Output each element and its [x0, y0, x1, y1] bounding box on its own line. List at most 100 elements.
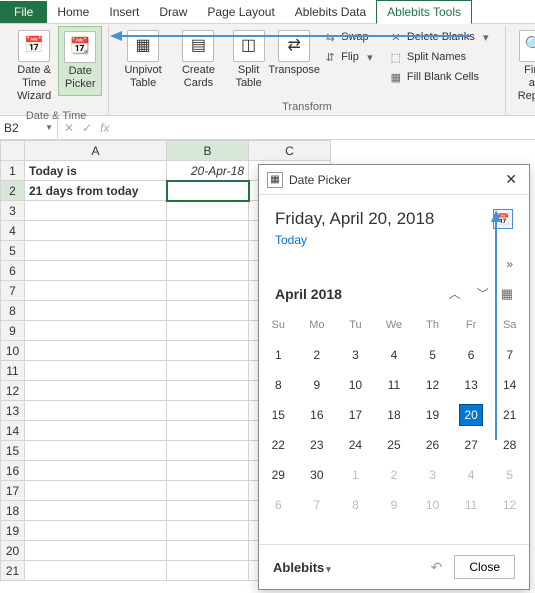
cell[interactable] — [25, 461, 167, 481]
create-cards-button[interactable]: ▤ Create Cards — [171, 26, 226, 94]
fx-icon[interactable]: fx — [100, 121, 109, 135]
calendar-day[interactable]: 26 — [413, 430, 452, 460]
row-header[interactable]: 1 — [1, 161, 25, 181]
cell[interactable] — [25, 341, 167, 361]
cell[interactable] — [167, 301, 249, 321]
calendar-day[interactable]: 11 — [375, 370, 414, 400]
calendar-day[interactable]: 9 — [375, 490, 414, 520]
cell[interactable] — [167, 561, 249, 581]
calendar-day[interactable]: 21 — [490, 400, 529, 430]
cell[interactable] — [167, 441, 249, 461]
cancel-icon[interactable]: ✕ — [64, 121, 74, 135]
row-header[interactable]: 21 — [1, 561, 25, 581]
calendar-day[interactable]: 20 — [452, 400, 491, 430]
cell[interactable] — [25, 201, 167, 221]
col-header-b[interactable]: B — [167, 141, 249, 161]
cell[interactable] — [167, 541, 249, 561]
row-header[interactable]: 3 — [1, 201, 25, 221]
row-header[interactable]: 8 — [1, 301, 25, 321]
cell[interactable] — [167, 481, 249, 501]
cell-a1[interactable]: Today is — [25, 161, 167, 181]
calendar-day[interactable]: 3 — [413, 460, 452, 490]
calendar-day[interactable]: 19 — [413, 400, 452, 430]
calendar-day[interactable]: 1 — [259, 340, 298, 370]
cell[interactable] — [25, 501, 167, 521]
cell[interactable] — [25, 521, 167, 541]
flip-button[interactable]: ⇵Flip▾ — [319, 48, 381, 66]
row-header[interactable]: 4 — [1, 221, 25, 241]
calendar-day[interactable]: 7 — [490, 340, 529, 370]
row-header[interactable]: 7 — [1, 281, 25, 301]
date-time-wizard-button[interactable]: 📅 Date & Time Wizard — [10, 26, 58, 108]
cell[interactable] — [167, 201, 249, 221]
tab-home[interactable]: Home — [47, 1, 99, 23]
tab-page-layout[interactable]: Page Layout — [197, 1, 284, 23]
row-header[interactable]: 13 — [1, 401, 25, 421]
calendar-day[interactable]: 17 — [336, 400, 375, 430]
calendar-day[interactable]: 10 — [413, 490, 452, 520]
row-header[interactable]: 15 — [1, 441, 25, 461]
cell[interactable] — [167, 341, 249, 361]
cell[interactable] — [167, 241, 249, 261]
calendar-day[interactable]: 12 — [490, 490, 529, 520]
cell[interactable] — [25, 221, 167, 241]
calendar-day[interactable]: 6 — [452, 340, 491, 370]
cell[interactable] — [25, 481, 167, 501]
transpose-button[interactable]: ⇄ Transpose — [271, 26, 317, 81]
find-replace-button[interactable]: 🔍 Find an Replac — [512, 26, 535, 108]
cell[interactable] — [25, 361, 167, 381]
cell[interactable] — [25, 321, 167, 341]
cell[interactable] — [167, 361, 249, 381]
cell[interactable] — [25, 441, 167, 461]
row-header[interactable]: 16 — [1, 461, 25, 481]
row-header[interactable]: 11 — [1, 361, 25, 381]
row-header[interactable]: 5 — [1, 241, 25, 261]
tab-ablebits-tools[interactable]: Ablebits Tools — [376, 0, 472, 24]
calendar-day[interactable]: 2 — [298, 340, 337, 370]
dropdown-icon[interactable]: ▼ — [45, 123, 53, 132]
brand-label[interactable]: Ablebits▾ — [273, 560, 431, 575]
row-header[interactable]: 2 — [1, 181, 25, 201]
row-header[interactable]: 19 — [1, 521, 25, 541]
calendar-day[interactable]: 15 — [259, 400, 298, 430]
name-box[interactable]: B2 ▼ — [0, 116, 58, 139]
cell[interactable] — [167, 521, 249, 541]
cell[interactable] — [25, 421, 167, 441]
tab-file[interactable]: File — [0, 1, 47, 23]
col-header-a[interactable]: A — [25, 141, 167, 161]
calendar-day[interactable]: 30 — [298, 460, 337, 490]
unpivot-table-button[interactable]: ▦ Unpivot Table — [115, 26, 171, 94]
calendar-day[interactable]: 6 — [259, 490, 298, 520]
cell[interactable] — [25, 561, 167, 581]
calendar-day[interactable]: 24 — [336, 430, 375, 460]
cell[interactable] — [25, 401, 167, 421]
date-picker-button[interactable]: 📆 Date Picker — [58, 26, 102, 96]
cell[interactable] — [167, 261, 249, 281]
close-icon[interactable]: ✕ — [501, 171, 521, 188]
calendar-day[interactable]: 1 — [336, 460, 375, 490]
calendar-day[interactable]: 4 — [452, 460, 491, 490]
calendar-day[interactable]: 11 — [452, 490, 491, 520]
col-header-c[interactable]: C — [249, 141, 331, 161]
cell[interactable] — [25, 241, 167, 261]
cell[interactable] — [167, 421, 249, 441]
tab-draw[interactable]: Draw — [149, 1, 197, 23]
cell-b1[interactable]: 20-Apr-18 — [167, 161, 249, 181]
calendar-day[interactable]: 27 — [452, 430, 491, 460]
split-names-button[interactable]: ⬚Split Names — [385, 48, 497, 66]
calendar-day[interactable]: 5 — [490, 460, 529, 490]
calendar-day[interactable]: 8 — [259, 370, 298, 400]
row-header[interactable]: 18 — [1, 501, 25, 521]
date-calculator-button[interactable]: 📅 — [493, 209, 513, 229]
today-link[interactable]: Today — [275, 233, 513, 247]
calendar-day[interactable]: 16 — [298, 400, 337, 430]
cell[interactable] — [167, 221, 249, 241]
cell[interactable] — [167, 381, 249, 401]
calendar-day[interactable]: 4 — [375, 340, 414, 370]
calendar-day[interactable]: 8 — [336, 490, 375, 520]
calendar-day[interactable]: 7 — [298, 490, 337, 520]
row-header[interactable]: 14 — [1, 421, 25, 441]
split-table-button[interactable]: ◫ Split Table — [226, 26, 271, 94]
row-header[interactable]: 9 — [1, 321, 25, 341]
cell[interactable] — [25, 261, 167, 281]
